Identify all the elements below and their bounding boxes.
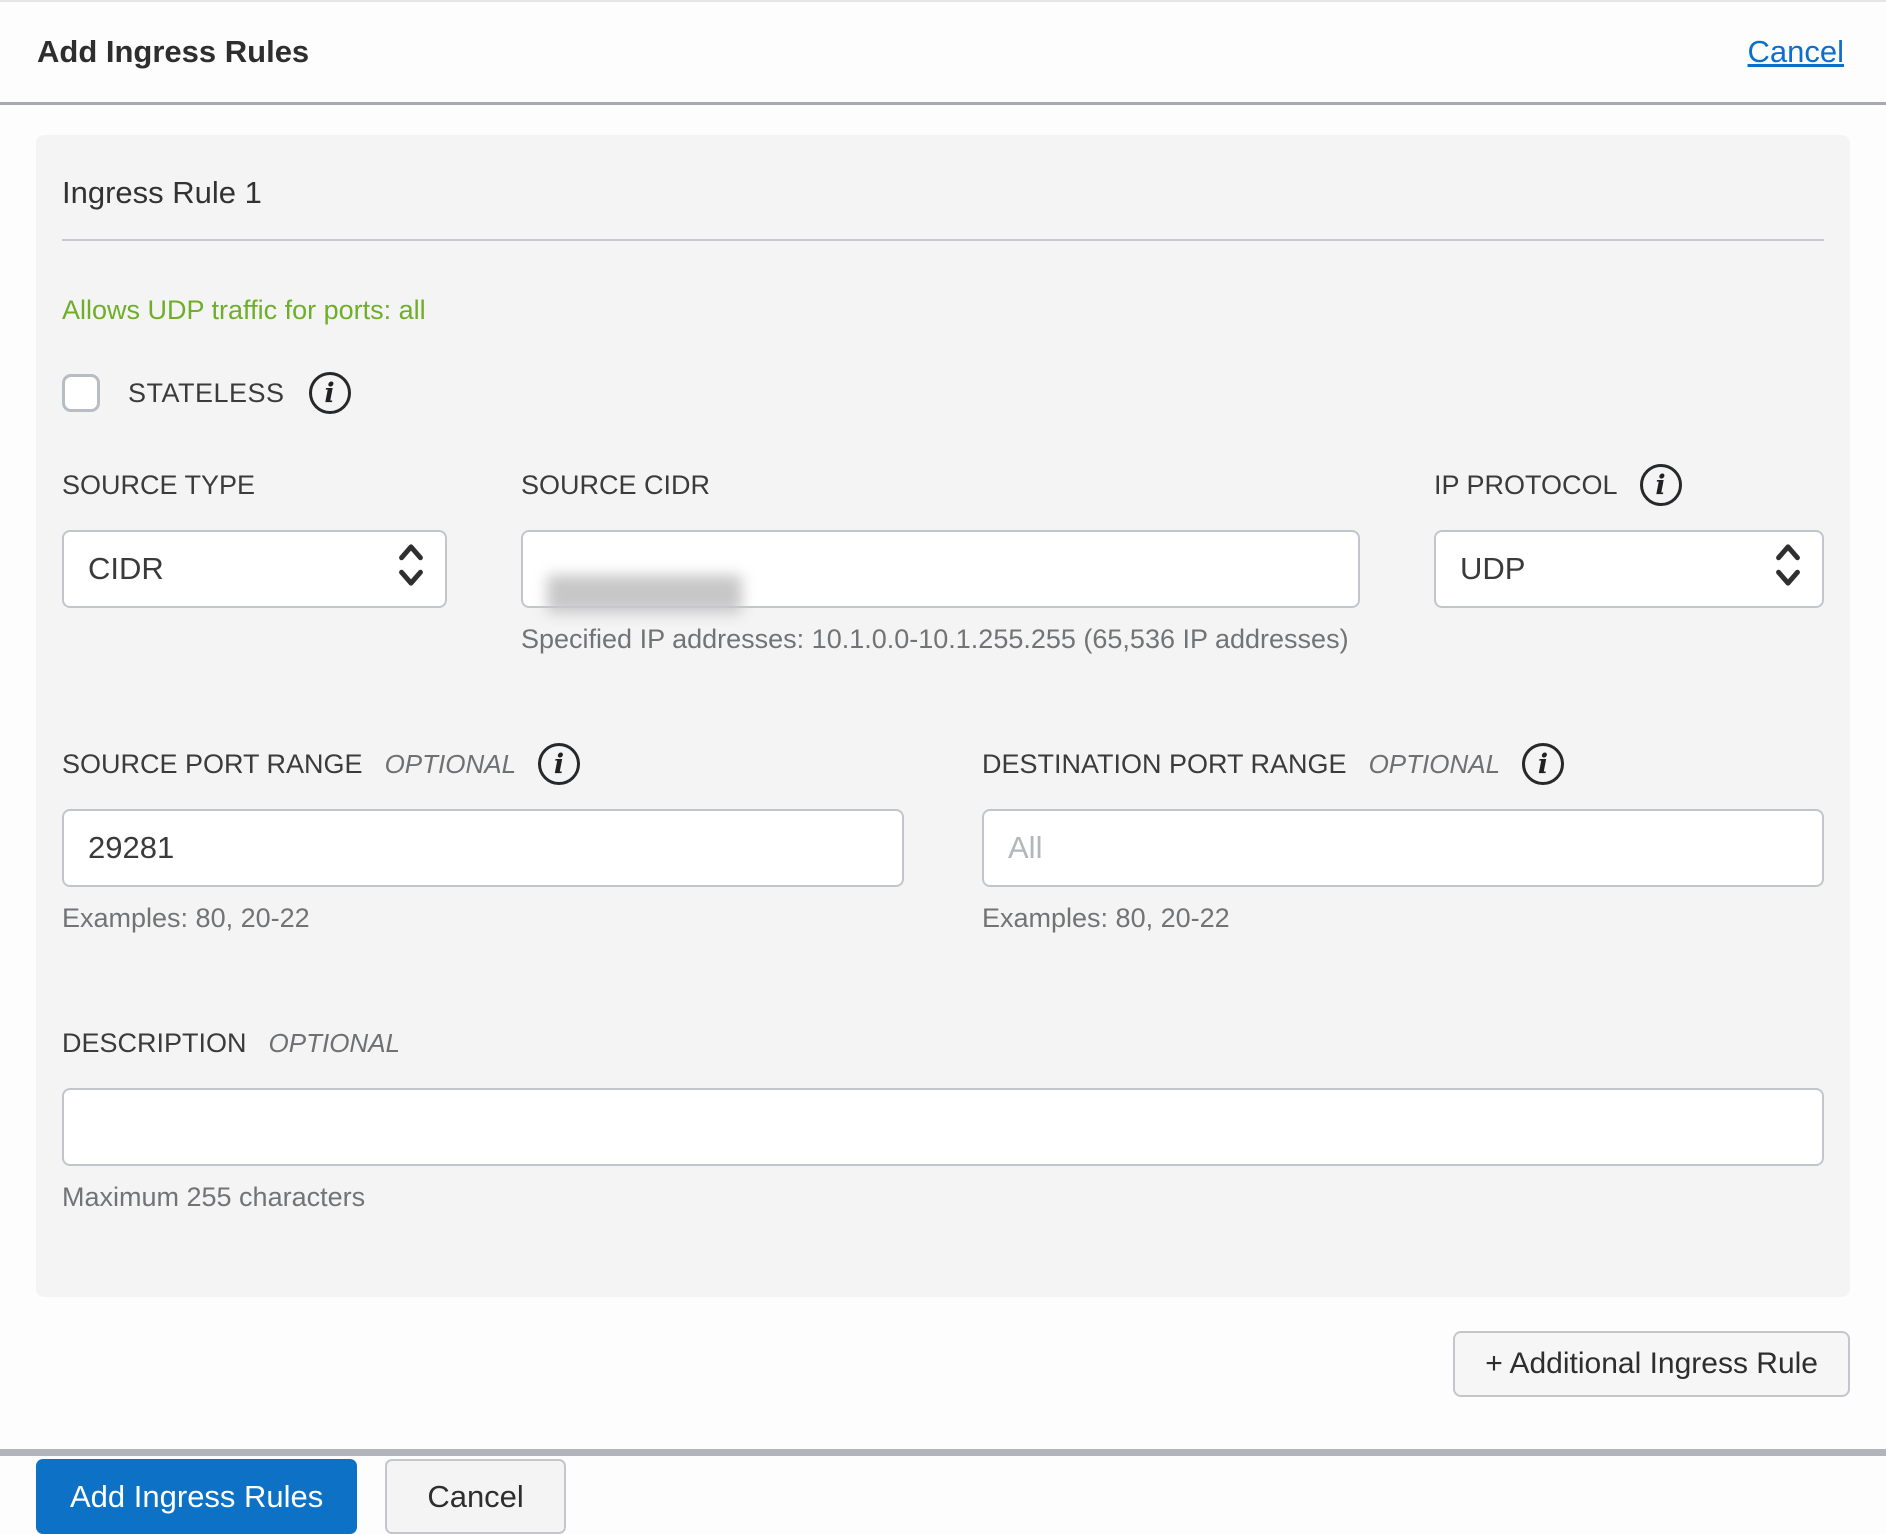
destination-port-label: DESTINATION PORT RANGE bbox=[982, 749, 1347, 780]
select-chevrons-icon bbox=[1772, 540, 1804, 598]
form-row-source: SOURCE TYPE CIDR SOURCE CIDR bbox=[62, 464, 1824, 655]
info-icon-glyph: i bbox=[324, 378, 334, 409]
traffic-summary-text: Allows UDP traffic for ports: all bbox=[62, 295, 1824, 326]
dialog-body: Ingress Rule 1 Allows UDP traffic for po… bbox=[0, 105, 1886, 1534]
source-port-optional-tag: OPTIONAL bbox=[385, 749, 516, 780]
ingress-rule-title: Ingress Rule 1 bbox=[62, 163, 1824, 241]
additional-ingress-rule-button[interactable]: + Additional Ingress Rule bbox=[1453, 1331, 1850, 1397]
source-cidr-field: SOURCE CIDR Specified IP addresses: 10.1… bbox=[521, 464, 1360, 655]
info-icon-glyph: i bbox=[554, 749, 564, 780]
select-chevrons-icon bbox=[395, 540, 427, 598]
source-port-field: SOURCE PORT RANGE OPTIONAL i Examples: 8… bbox=[62, 743, 904, 934]
source-port-helper: Examples: 80, 20-22 bbox=[62, 903, 904, 934]
ip-protocol-label: IP PROTOCOL bbox=[1434, 470, 1618, 501]
source-port-input[interactable] bbox=[62, 809, 904, 887]
source-type-value: CIDR bbox=[88, 551, 164, 587]
description-input[interactable] bbox=[62, 1088, 1824, 1166]
description-optional-tag: OPTIONAL bbox=[269, 1028, 400, 1059]
source-port-info-icon[interactable]: i bbox=[538, 743, 580, 785]
source-type-select[interactable]: CIDR bbox=[62, 530, 447, 608]
footer-cancel-button[interactable]: Cancel bbox=[385, 1459, 566, 1534]
dialog-header: Add Ingress Rules Cancel bbox=[0, 2, 1886, 105]
destination-port-input[interactable] bbox=[982, 809, 1824, 887]
destination-port-helper: Examples: 80, 20-22 bbox=[982, 903, 1824, 934]
bottom-edge-bar bbox=[0, 1449, 1886, 1456]
page-title: Add Ingress Rules bbox=[37, 34, 309, 70]
footer-actions: Add Ingress Rules Cancel bbox=[36, 1459, 1850, 1534]
description-helper: Maximum 255 characters bbox=[62, 1182, 1824, 1213]
ip-protocol-info-icon[interactable]: i bbox=[1640, 464, 1682, 506]
info-icon-glyph: i bbox=[1655, 470, 1665, 501]
add-ingress-rules-button[interactable]: Add Ingress Rules bbox=[36, 1459, 357, 1534]
stateless-row: STATELESS i bbox=[62, 372, 1824, 414]
destination-port-optional-tag: OPTIONAL bbox=[1369, 749, 1500, 780]
source-type-label: SOURCE TYPE bbox=[62, 470, 255, 501]
ip-protocol-select[interactable]: UDP bbox=[1434, 530, 1824, 608]
source-cidr-label: SOURCE CIDR bbox=[521, 470, 710, 501]
header-cancel-link[interactable]: Cancel bbox=[1748, 34, 1845, 70]
source-port-label: SOURCE PORT RANGE bbox=[62, 749, 363, 780]
stateless-checkbox[interactable] bbox=[62, 374, 100, 412]
source-cidr-helper: Specified IP addresses: 10.1.0.0-10.1.25… bbox=[521, 624, 1360, 655]
stateless-label: STATELESS bbox=[128, 378, 285, 409]
description-label: DESCRIPTION bbox=[62, 1028, 247, 1059]
source-type-field: SOURCE TYPE CIDR bbox=[62, 464, 447, 655]
ingress-rule-panel: Ingress Rule 1 Allows UDP traffic for po… bbox=[36, 135, 1850, 1297]
ip-protocol-field: IP PROTOCOL i UDP bbox=[1434, 464, 1824, 655]
form-row-ports: SOURCE PORT RANGE OPTIONAL i Examples: 8… bbox=[62, 743, 1824, 934]
info-icon-glyph: i bbox=[1538, 749, 1548, 780]
source-cidr-input[interactable] bbox=[521, 530, 1360, 608]
destination-port-field: DESTINATION PORT RANGE OPTIONAL i Exampl… bbox=[982, 743, 1824, 934]
additional-rule-row: + Additional Ingress Rule bbox=[36, 1331, 1850, 1397]
ip-protocol-value: UDP bbox=[1460, 551, 1525, 587]
destination-port-info-icon[interactable]: i bbox=[1522, 743, 1564, 785]
stateless-info-icon[interactable]: i bbox=[309, 372, 351, 414]
description-field: DESCRIPTION OPTIONAL Maximum 255 charact… bbox=[62, 1022, 1824, 1213]
